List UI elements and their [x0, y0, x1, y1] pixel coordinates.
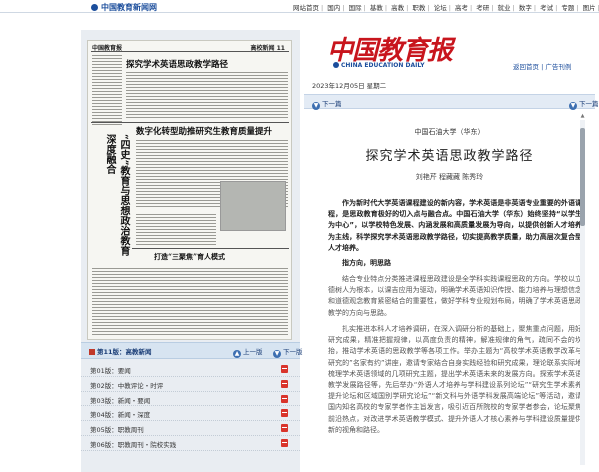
pdf-icon[interactable] — [281, 394, 288, 403]
top-nav-item[interactable]: 职教 — [410, 4, 427, 12]
page-pager: 第11版：高教新闻 ▲ 上一版 ▼ 下一版 — [81, 342, 303, 359]
article-paragraph: 结合专业特点分类推进课程思政建设是全学科实践课程思政的方向。学校以立德树人为根本… — [328, 275, 582, 317]
top-nav-item[interactable]: 高教 — [389, 4, 406, 12]
header-links[interactable]: 返回首页 | 广告刊例 — [513, 61, 571, 71]
arrow-down-icon: ▼ — [273, 350, 281, 358]
top-nav: 网站首页 | 国内 | 国际 | 基教 | 高教 | 职教 | 论坛 | 高考 | 考研 | 就业… — [291, 4, 599, 12]
paper-rule — [91, 51, 289, 52]
logo-subtitle-text: CHINA EDUCATION DAILY — [341, 62, 425, 69]
top-nav-item[interactable]: 考试 — [538, 4, 555, 12]
page-list-item[interactable]: 第05版：职教周刊 — [81, 421, 300, 436]
scroll-up-arrow-icon[interactable]: ▲ — [580, 113, 585, 119]
next-page-label: 下一版 — [283, 348, 303, 356]
top-nav-item[interactable]: 考研 — [474, 4, 491, 12]
pdf-icon[interactable] — [281, 409, 288, 418]
next-article-button[interactable]: ▼ 下一篇 — [312, 98, 342, 110]
site-name: 中国教育新闻网 — [101, 2, 157, 12]
pdf-icon[interactable] — [281, 365, 288, 373]
paper-text-block[interactable] — [92, 267, 288, 337]
page-list-item[interactable]: 第01版：要闻 — [81, 362, 300, 377]
page-list: 第01版：要闻 第02版：中教评论・时评 第03版：新闻・要闻 第04版：新闻・… — [81, 362, 300, 451]
page-list-label[interactable]: 第06版：职教周刊・院校实践 — [90, 439, 176, 449]
site-logo-icon — [91, 4, 98, 11]
article-title: 探究学术英语思政教学路径 — [365, 149, 534, 164]
top-nav-item[interactable]: 基教 — [368, 4, 385, 12]
arrow-down-icon: ▼ — [312, 102, 320, 110]
article-subheading: 指方向，明思路 — [342, 259, 391, 267]
page-list-item[interactable]: 第04版：新闻・深度 — [81, 406, 300, 422]
article-lead: 作为新时代大学英语课程建设的新内容，学术英语是非英语专业重要的外语课程，是思政教… — [328, 199, 582, 252]
logo-dot-icon — [333, 62, 339, 68]
next-article-label: 下一篇 — [579, 100, 599, 108]
current-page-text: 第11版：高教新闻 — [97, 348, 152, 356]
article-nav: ▼ 下一篇 ▼ 下一篇 — [304, 94, 599, 110]
article-scrollbar[interactable] — [580, 120, 585, 465]
article-authors: 刘艳芹 程藏藏 陈秀玲 — [415, 173, 484, 181]
top-nav-item[interactable]: 专题 — [559, 4, 576, 12]
paper-text-block[interactable] — [92, 54, 122, 126]
next-article-button-right[interactable]: ▼ 下一篇 — [569, 98, 599, 110]
page-list-label[interactable]: 第04版：新闻・深度 — [90, 409, 150, 419]
top-nav-item[interactable]: 网站首页 — [291, 4, 321, 12]
top-nav-item[interactable]: 就业 — [496, 4, 513, 12]
paper-headline-digital[interactable]: 数字化转型助推研究生教育质量提升 — [136, 125, 272, 137]
newspaper-page-image[interactable]: 中国教育报 高校新闻 11 探究学术英语思政教学路径 “四史”教育与思想政治教育… — [87, 40, 292, 340]
page-list-item[interactable]: 第02版：中教评论・时评 — [81, 377, 300, 392]
arrow-down-icon: ▼ — [569, 102, 577, 110]
paper-rule — [91, 122, 289, 123]
page-list-label[interactable]: 第03版：新闻・要闻 — [90, 395, 150, 405]
top-nav-item[interactable]: 图片 — [581, 4, 598, 12]
paper-headline-article[interactable]: 探究学术英语思政教学路径 — [126, 58, 228, 70]
prev-page-button[interactable]: ▲ 上一版 — [233, 346, 263, 358]
site-topbar: 中国教育新闻网 网站首页 | 国内 | 国际 | 基教 | 高教 | 职教 | 论坛 | 高考… — [0, 0, 599, 13]
next-page-button[interactable]: ▼ 下一版 — [273, 346, 303, 358]
top-nav-item[interactable]: 国内 — [325, 4, 342, 12]
pdf-icon[interactable] — [281, 424, 288, 433]
paper-photo — [220, 181, 286, 231]
page-list-item[interactable]: 第06版：职教周刊・院校实践 — [81, 436, 300, 451]
article-paragraph: 扎实推进本科人才培养调研，在深入调研分析的基础上，聚焦重点问题，用好研究成果，精… — [328, 325, 582, 434]
pdf-icon[interactable] — [281, 438, 288, 447]
article-content: 中国石油大学（华东） 探究学术英语思政教学路径 刘艳芹 程藏藏 陈秀玲 作为新时… — [304, 112, 595, 472]
paper-vertical-headline[interactable]: “四史”教育与思想政治教育深度融合 — [100, 134, 130, 264]
next-article-label: 下一篇 — [322, 100, 342, 108]
scrollbar-thumb[interactable] — [580, 128, 585, 226]
top-nav-item[interactable]: 论坛 — [432, 4, 449, 12]
newspaper-logo-subtitle: CHINA EDUCATION DAILY — [333, 62, 425, 69]
paper-rule — [132, 248, 289, 249]
issue-date: 2023年12月05日 星期二 — [312, 82, 387, 90]
article-source: 中国石油大学（华东） — [414, 128, 485, 136]
page-list-label[interactable]: 第05版：职教周刊 — [90, 424, 144, 434]
arrow-up-icon: ▲ — [233, 350, 241, 358]
paper-headline-model[interactable]: 打造“三聚焦”育人模式 — [154, 252, 225, 262]
paper-text-block[interactable] — [136, 213, 216, 247]
page-list-item[interactable]: 第03版：新闻・要闻 — [81, 392, 300, 407]
current-page-label: 第11版：高教新闻 — [89, 346, 152, 356]
site-logo[interactable]: 中国教育新闻网 — [91, 2, 157, 13]
top-nav-item[interactable]: 国际 — [347, 4, 364, 12]
top-nav-item[interactable]: 数字 — [517, 4, 534, 12]
page-list-label[interactable]: 第01版：要闻 — [90, 365, 131, 375]
page-marker-icon — [89, 349, 95, 355]
paper-text-block[interactable] — [126, 71, 288, 119]
pdf-icon[interactable] — [281, 379, 288, 388]
page-list-label[interactable]: 第02版：中教评论・时评 — [90, 380, 163, 390]
prev-page-label: 上一版 — [243, 348, 263, 356]
top-nav-item[interactable]: 高考 — [453, 4, 470, 12]
